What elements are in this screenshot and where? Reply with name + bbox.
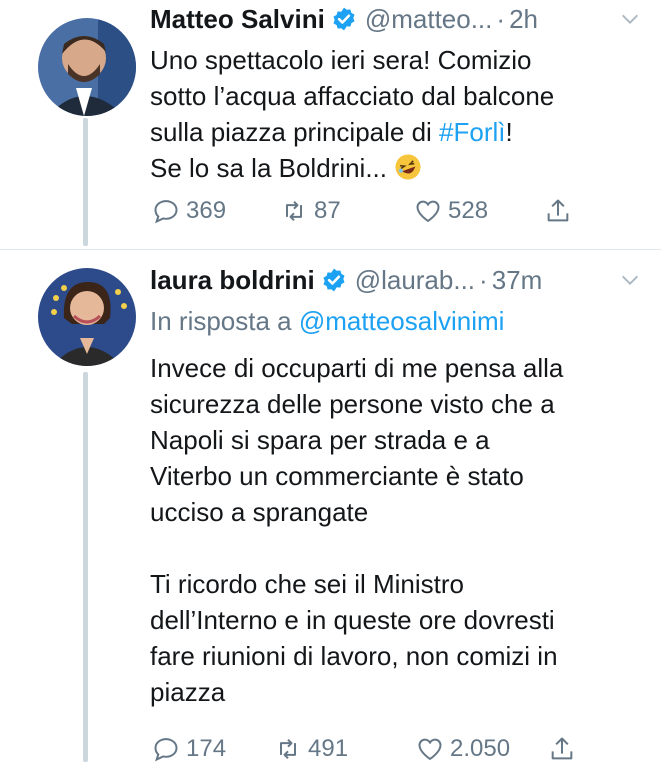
reply-button[interactable]: 174 xyxy=(152,732,226,766)
author-name[interactable]: laura boldrini xyxy=(150,265,315,296)
author-handle[interactable]: @laurab... xyxy=(355,265,475,296)
thread-line xyxy=(83,372,88,762)
tweet-header: laura boldrini @laurab... · 37m xyxy=(150,264,641,296)
text-line: sotto l’acqua affacciato dal balcone xyxy=(150,81,555,111)
reply-mention-link[interactable]: @matteosalvinimi xyxy=(299,306,505,336)
text-line: Ti ricordo che sei il Ministro xyxy=(150,569,465,599)
tweet-text: Invece di occuparti di me pensa alla sic… xyxy=(150,350,640,710)
text-line: sulla piazza principale di #Forlì! xyxy=(150,114,640,150)
share-icon xyxy=(547,199,569,222)
author-handle[interactable]: @matteo... xyxy=(365,4,493,35)
retweet-count: 87 xyxy=(314,197,341,224)
text-segment: sulla piazza principale di xyxy=(150,117,440,147)
text-line: fare riunioni di lavoro, non comizi in xyxy=(150,641,558,671)
laughing-emoji-icon xyxy=(395,154,421,180)
text-segment: Se lo sa la Boldrini... xyxy=(150,153,388,183)
separator: · xyxy=(496,3,506,34)
retweet-count: 491 xyxy=(308,735,349,762)
chevron-down-icon[interactable] xyxy=(619,8,641,30)
tweet-actions: 174 491 2.050 xyxy=(152,732,592,766)
retweet-button[interactable]: 491 xyxy=(274,732,348,766)
like-button[interactable]: 528 xyxy=(414,194,488,228)
author-name[interactable]: Matteo Salvini xyxy=(150,4,325,35)
reply-context: In risposta a @matteosalvinimi xyxy=(150,306,504,337)
avatar-image xyxy=(38,18,136,116)
tweet-time[interactable]: 2h xyxy=(509,4,538,35)
like-count: 2.050 xyxy=(450,735,511,762)
text-line: ucciso a sprangate xyxy=(150,497,369,527)
share-button[interactable] xyxy=(544,194,578,228)
reply-count: 369 xyxy=(186,197,227,224)
retweet-icon xyxy=(280,738,296,760)
like-count: 528 xyxy=(448,197,489,224)
text-line: piazza xyxy=(150,677,226,707)
tweet-time[interactable]: 37m xyxy=(492,265,543,296)
tweet-text: Uno spettacolo ieri sera! Comizio sotto … xyxy=(150,42,640,186)
like-icon xyxy=(416,200,440,223)
text-line: Uno spettacolo ieri sera! Comizio xyxy=(150,45,532,75)
reply-prefix: In risposta a xyxy=(150,306,299,336)
avatar[interactable] xyxy=(38,18,136,116)
text-line: Viterbo un commerciante è stato xyxy=(150,461,524,491)
text-line: Se lo sa la Boldrini... xyxy=(150,150,640,186)
hashtag-link[interactable]: #Forlì xyxy=(439,117,505,147)
avatar-image xyxy=(38,268,136,366)
retweet-icon xyxy=(286,200,302,222)
reply-count: 174 xyxy=(186,735,227,762)
share-button[interactable] xyxy=(548,732,582,766)
avatar[interactable] xyxy=(38,268,136,366)
share-icon xyxy=(551,737,573,760)
verified-badge-icon xyxy=(333,7,355,31)
text-line: sicurezza delle persone visto che a xyxy=(150,389,555,419)
thread-line xyxy=(83,118,88,246)
tweet-actions: 369 87 528 xyxy=(152,194,592,228)
like-button[interactable]: 2.050 xyxy=(416,732,510,766)
chevron-down-icon[interactable] xyxy=(619,269,641,291)
reply-icon xyxy=(154,738,178,762)
reply-icon xyxy=(154,200,178,224)
reply-button[interactable]: 369 xyxy=(152,194,226,228)
verified-badge-icon xyxy=(323,268,345,292)
text-segment: ! xyxy=(505,117,513,147)
like-icon xyxy=(418,738,442,761)
tweet-header: Matteo Salvini @matteo... · 2h xyxy=(150,3,641,35)
text-line: Napoli si spara per strada e a xyxy=(150,425,490,455)
text-line: dell’Interno e in queste ore dovresti xyxy=(150,605,555,635)
retweet-button[interactable]: 87 xyxy=(280,194,341,228)
tweet-divider xyxy=(0,249,661,250)
text-line: Invece di occuparti di me pensa alla xyxy=(150,353,564,383)
separator: · xyxy=(479,264,488,295)
